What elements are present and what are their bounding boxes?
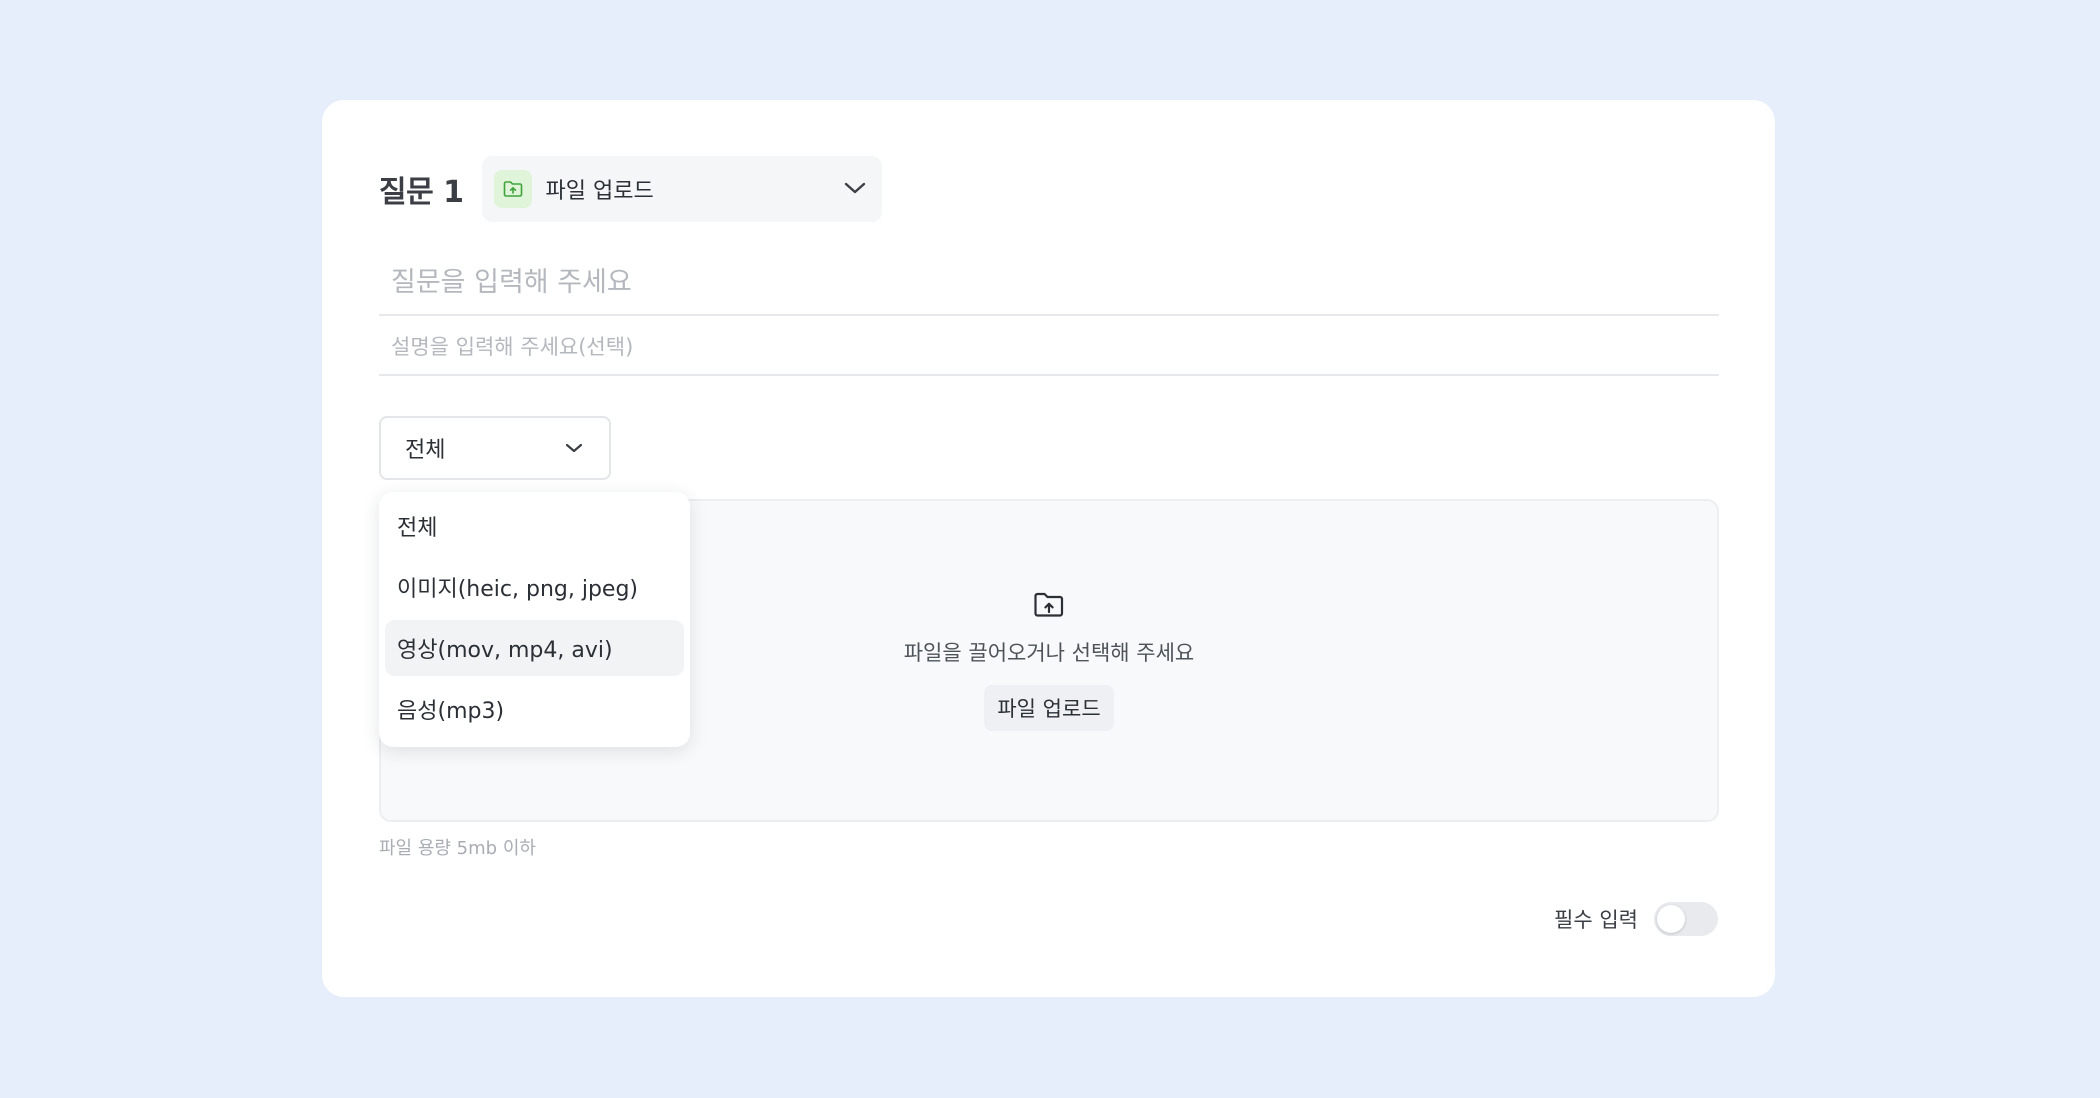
file-type-filter-select[interactable]: 전체 <box>379 416 611 480</box>
folder-upload-icon <box>1033 591 1065 623</box>
file-type-dropdown-menu: 전체 이미지(heic, png, jpeg) 영상(mov, mp4, avi… <box>379 492 690 747</box>
dropdown-item-image[interactable]: 이미지(heic, png, jpeg) <box>385 559 684 615</box>
folder-upload-icon <box>493 170 532 208</box>
required-label: 필수 입력 <box>1554 908 1638 932</box>
required-toggle[interactable] <box>1654 902 1718 936</box>
question-input[interactable] <box>379 250 1719 316</box>
dropdown-item-all[interactable]: 전체 <box>385 498 684 554</box>
question-number: 질문 1 <box>379 175 464 210</box>
question-type-label: 파일 업로드 <box>545 179 654 204</box>
required-row: 필수 입력 <box>1554 902 1718 936</box>
file-size-note: 파일 용량 5mb 이하 <box>379 838 536 859</box>
question-header: 질문 1 파일 업로드 <box>379 156 882 222</box>
chevron-down-icon <box>844 180 866 199</box>
file-upload-button[interactable]: 파일 업로드 <box>984 685 1114 731</box>
dropdown-item-audio[interactable]: 음성(mp3) <box>385 681 684 737</box>
dropzone-prompt: 파일을 끌어오거나 선택해 주세요 <box>903 641 1195 665</box>
toggle-knob <box>1657 905 1685 933</box>
description-input[interactable] <box>379 320 1719 376</box>
chevron-down-icon <box>565 439 583 458</box>
question-type-select[interactable]: 파일 업로드 <box>481 156 882 222</box>
dropdown-item-video[interactable]: 영상(mov, mp4, avi) <box>385 620 684 676</box>
file-type-filter-label: 전체 <box>405 438 446 463</box>
